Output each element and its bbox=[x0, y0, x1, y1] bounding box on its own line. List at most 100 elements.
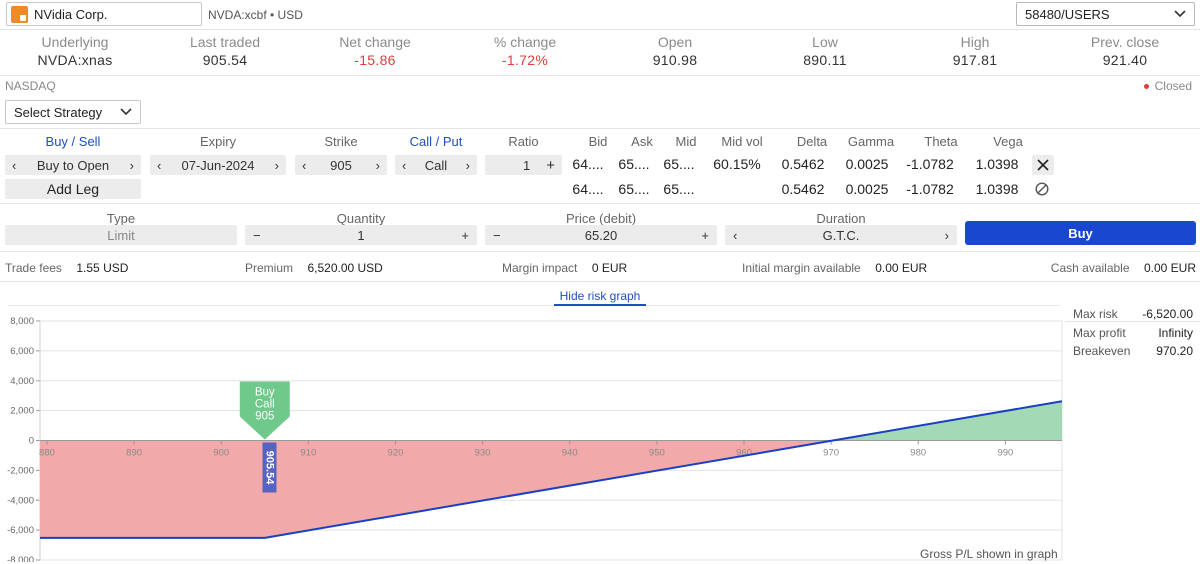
plus-icon[interactable]: + bbox=[461, 228, 469, 243]
strike-select[interactable]: ‹ 905 › bbox=[295, 155, 387, 175]
quote-value: -1.72% bbox=[501, 52, 549, 68]
quote-value: 917.81 bbox=[952, 52, 998, 68]
y-tick-label: -2,000 bbox=[7, 465, 34, 476]
exchange-label: NASDAQ bbox=[5, 79, 56, 93]
total-mid: 65.... bbox=[663, 181, 695, 197]
chevron-right-icon[interactable]: › bbox=[130, 158, 134, 173]
quantity-stepper[interactable]: − 1 + bbox=[245, 225, 477, 245]
duration-select[interactable]: ‹ G.T.C. › bbox=[725, 225, 957, 245]
divider bbox=[0, 29, 1200, 30]
leg-mid-vol: 60.15% bbox=[713, 156, 761, 172]
price-label: Price (debit) bbox=[565, 211, 637, 226]
price-stepper[interactable]: − 65.20 + bbox=[485, 225, 717, 245]
account-value: 58480/USERS bbox=[1025, 6, 1110, 22]
plus-icon[interactable]: + bbox=[701, 228, 709, 243]
chevron-left-icon[interactable]: ‹ bbox=[733, 228, 737, 243]
x-tick-label: 970 bbox=[823, 448, 839, 459]
chevron-left-icon[interactable]: ‹ bbox=[302, 158, 306, 173]
col-strike: Strike bbox=[324, 134, 358, 149]
quote-underlying: Underlying NVDA:xnas bbox=[0, 34, 150, 68]
cash-available-label: Cash available bbox=[1050, 261, 1130, 275]
minus-icon[interactable]: − bbox=[253, 228, 261, 243]
account-select[interactable]: 58480/USERS bbox=[1016, 2, 1195, 26]
chevron-right-icon[interactable]: › bbox=[275, 158, 279, 173]
total-theta: -1.0782 bbox=[906, 181, 954, 197]
chevron-down-icon bbox=[1174, 10, 1186, 18]
strategy-select[interactable]: Select Strategy bbox=[5, 100, 141, 124]
ratio-stepper[interactable]: 1 + bbox=[485, 155, 562, 175]
total-gamma: 0.0025 bbox=[845, 181, 889, 197]
initial-margin: Initial margin available 0.00 EUR bbox=[742, 260, 927, 275]
leg-ask: 65.... bbox=[618, 156, 650, 172]
leg-vega: 1.0398 bbox=[975, 156, 1019, 172]
order-type-field[interactable]: Limit bbox=[5, 225, 237, 245]
y-tick-label: -6,000 bbox=[7, 525, 34, 536]
chevron-left-icon[interactable]: ‹ bbox=[402, 158, 406, 173]
chevron-left-icon[interactable]: ‹ bbox=[157, 158, 161, 173]
initial-margin-value: 0.00 EUR bbox=[875, 261, 928, 275]
quote-label: Underlying bbox=[41, 34, 109, 50]
search-value: NVidia Corp. bbox=[34, 6, 108, 22]
disabled-icon bbox=[1035, 182, 1049, 199]
y-tick-label: 0 bbox=[29, 436, 34, 447]
divider bbox=[1065, 321, 1200, 322]
quote-label: Open bbox=[657, 34, 693, 50]
instrument-search[interactable]: NVidia Corp. bbox=[6, 2, 202, 26]
divider bbox=[0, 281, 1200, 282]
leg-delta: 0.5462 bbox=[781, 156, 825, 172]
leg-mid: 65.... bbox=[663, 156, 695, 172]
add-leg-button[interactable]: Add Leg bbox=[5, 179, 141, 199]
breakeven-value: 970.20 bbox=[1156, 344, 1193, 358]
col-bid: Bid bbox=[588, 134, 608, 149]
duration-label: Duration bbox=[816, 211, 866, 226]
col-vega: Vega bbox=[993, 134, 1023, 149]
leg-gamma: 0.0025 bbox=[845, 156, 889, 172]
strike-value: 905 bbox=[330, 157, 352, 173]
y-tick-label: 4,000 bbox=[10, 376, 34, 387]
call-put-select[interactable]: ‹ Call › bbox=[395, 155, 477, 175]
trade-fees-label: Trade fees bbox=[5, 261, 62, 275]
divider bbox=[0, 128, 1200, 129]
leg-bid: 64.... bbox=[572, 156, 604, 172]
y-tick-label: -8,000 bbox=[7, 555, 34, 562]
x-tick-label: 950 bbox=[649, 448, 665, 459]
col-gamma: Gamma bbox=[847, 134, 895, 149]
x-tick-label: 980 bbox=[910, 448, 926, 459]
quote-change: % change -1.72% bbox=[450, 34, 600, 68]
remove-leg-button[interactable] bbox=[1032, 155, 1054, 175]
chevron-right-icon[interactable]: › bbox=[466, 158, 470, 173]
minus-icon[interactable]: − bbox=[493, 228, 501, 243]
x-tick-label: 940 bbox=[562, 448, 578, 459]
trade-fees: Trade fees 1.55 USD bbox=[5, 260, 128, 275]
risk-graph: 8,000 6,000 4,000 2,000 0 -2,000 -4,000 -6,000 -… bbox=[7, 316, 1063, 562]
buy-button[interactable]: Buy bbox=[965, 221, 1196, 245]
expiry-select[interactable]: ‹ 07-Jun-2024 › bbox=[150, 155, 286, 175]
current-price-label: 905.54 bbox=[264, 451, 276, 486]
chevron-right-icon[interactable]: › bbox=[945, 228, 949, 243]
quote-label: Prev. close bbox=[1090, 34, 1160, 50]
col-theta: Theta bbox=[924, 134, 958, 149]
y-tick-label: 8,000 bbox=[10, 316, 34, 327]
chart-footer: Gross P/L shown in graph bbox=[920, 547, 1058, 561]
col-ratio: Ratio bbox=[508, 134, 539, 149]
side-select[interactable]: ‹ Buy to Open › bbox=[5, 155, 141, 175]
quote-value: NVDA:xnas bbox=[37, 52, 113, 68]
cash-available: Cash available 0.00 EUR bbox=[1051, 260, 1196, 275]
col-ask: Ask bbox=[631, 134, 653, 149]
plus-icon[interactable]: + bbox=[546, 157, 555, 174]
quote-value: -15.86 bbox=[354, 52, 396, 68]
strategy-label: Select Strategy bbox=[14, 104, 103, 120]
quote-value: 890.11 bbox=[803, 52, 847, 68]
chevron-right-icon[interactable]: › bbox=[376, 158, 380, 173]
trade-fees-value: 1.55 USD bbox=[76, 261, 129, 275]
quote-label: Low bbox=[812, 34, 838, 50]
symbol-info: NVDA:xcbf • USD bbox=[208, 8, 303, 22]
price-value: 65.20 bbox=[584, 227, 618, 243]
x-tick-label: 910 bbox=[300, 448, 316, 459]
quote-value: 910.98 bbox=[652, 52, 698, 68]
y-tick-label: -4,000 bbox=[7, 495, 34, 506]
premium: Premium 6,520.00 USD bbox=[245, 260, 383, 275]
margin-impact-label: Margin impact bbox=[502, 261, 578, 275]
chevron-left-icon[interactable]: ‹ bbox=[12, 158, 16, 173]
expiry-value: 07-Jun-2024 bbox=[181, 157, 255, 173]
